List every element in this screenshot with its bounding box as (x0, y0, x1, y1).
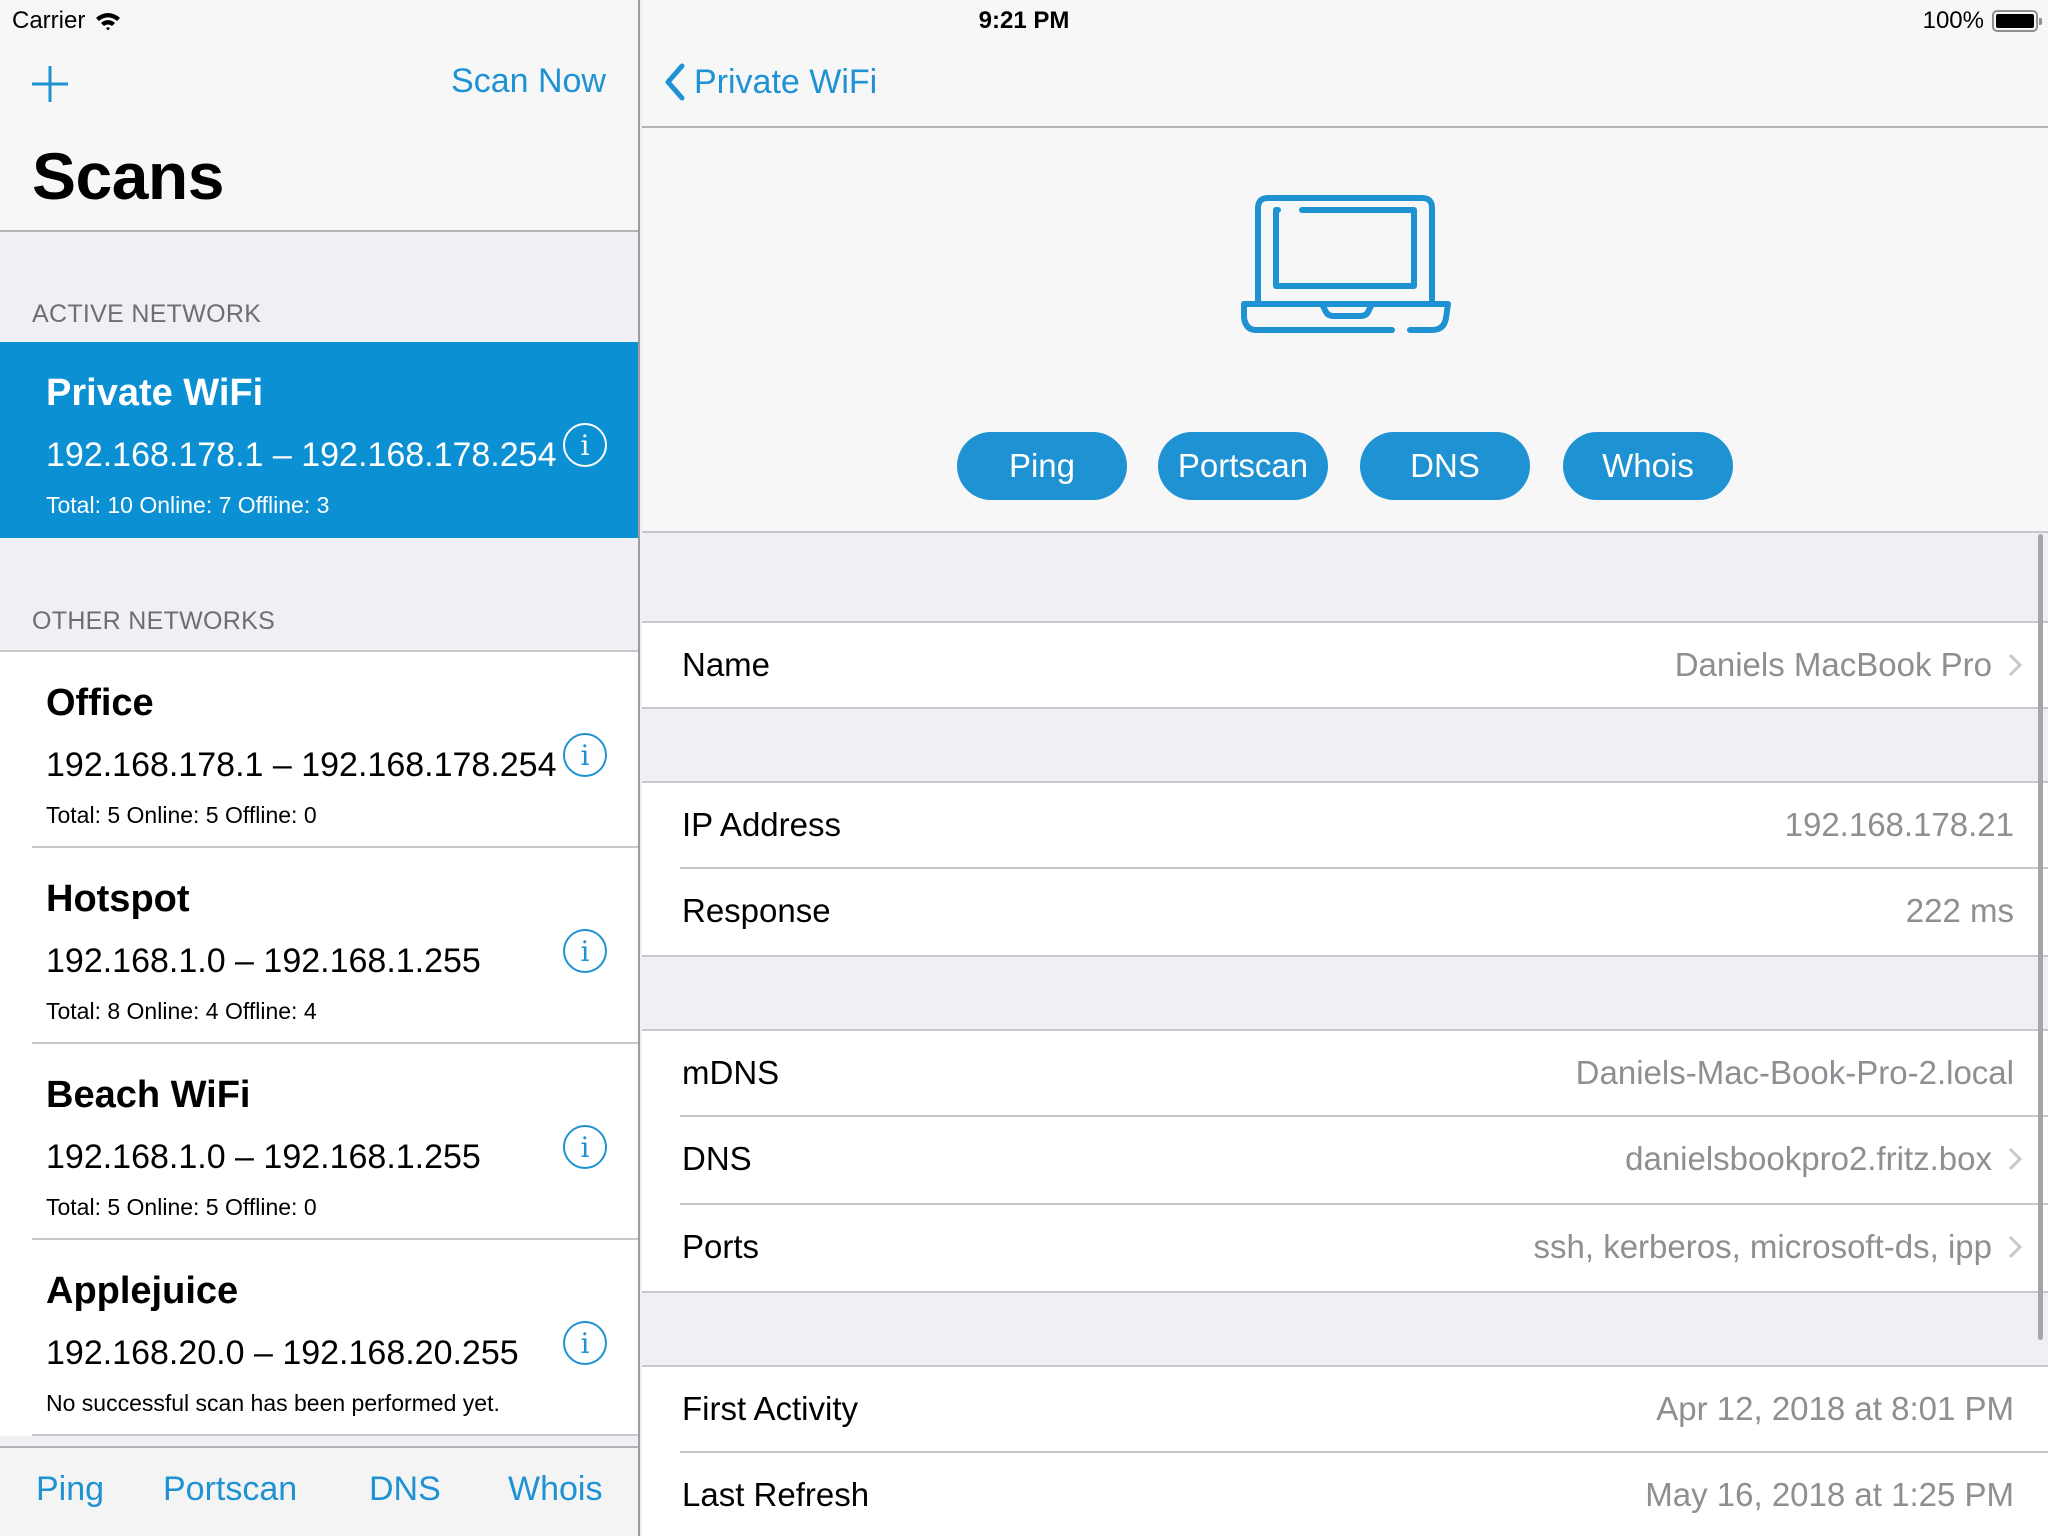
ports-value: ssh, kerberos, microsoft-ds, ipp (1533, 1228, 1993, 1265)
network-range: 192.168.1.0 – 192.168.1.255 (46, 942, 481, 980)
network-name: Hotspot (46, 878, 190, 920)
chevron-right-icon (2008, 653, 2022, 677)
battery-fill (1996, 14, 2034, 28)
network-name: Applejuice (46, 1270, 239, 1312)
network-cell[interactable]: Hotspot 192.168.1.0 – 192.168.1.255 Tota… (0, 848, 638, 1044)
laptop-icon (1241, 195, 1451, 333)
row-label: First Activity (682, 1390, 859, 1427)
row-ip-address: IP Address 192.168.178.21 (642, 781, 2048, 869)
scrollbar[interactable] (2038, 534, 2043, 1340)
info-icon: i (580, 428, 590, 462)
network-name: Office (46, 682, 154, 724)
row-label: IP Address (682, 806, 841, 843)
first-activity-value: Apr 12, 2018 at 8:01 PM (1656, 1390, 2014, 1427)
row-label: Response (682, 892, 831, 929)
device-header: Ping Portscan DNS Whois (642, 128, 2048, 533)
status-bar: Carrier 9:21 PM 100% (0, 0, 2048, 40)
ip-address-value: 192.168.178.21 (1784, 806, 2014, 843)
row-value: danielsbookpro2.fritz.box (1625, 1140, 2022, 1178)
network-summary: Total: 8 Online: 4 Offline: 4 (46, 998, 317, 1024)
ping-button[interactable]: Ping (957, 432, 1127, 500)
network-name: Beach WiFi (46, 1074, 251, 1116)
info-button[interactable]: i (563, 1321, 607, 1365)
info-icon: i (580, 1130, 590, 1164)
network-cell[interactable]: Office 192.168.178.1 – 192.168.178.254 T… (0, 652, 638, 848)
toolbar-portscan-button[interactable]: Portscan (163, 1470, 297, 1509)
row-label: Ports (682, 1228, 760, 1265)
row-label: Last Refresh (682, 1476, 870, 1513)
chevron-right-icon (2008, 1235, 2022, 1259)
section-header-other: OTHER NETWORKS (32, 607, 276, 635)
network-summary: Total: 10 Online: 7 Offline: 3 (46, 492, 330, 518)
info-button[interactable]: i (563, 929, 607, 973)
mdns-value: Daniels-Mac-Book-Pro-2.local (1575, 1054, 2014, 1091)
battery-icon (1992, 10, 2042, 32)
row-response: Response 222 ms (642, 869, 2048, 957)
network-range: 192.168.178.1 – 192.168.178.254 (46, 746, 557, 784)
scans-pane: Scan Now Scans ACTIVE NETWORK Private Wi… (0, 0, 640, 1536)
network-cell[interactable]: Beach WiFi 192.168.1.0 – 192.168.1.255 T… (0, 1044, 638, 1240)
info-icon: i (580, 1326, 590, 1360)
network-range: 192.168.178.1 – 192.168.178.254 (46, 436, 557, 474)
network-summary: Total: 5 Online: 5 Offline: 0 (46, 1194, 317, 1220)
portscan-button[interactable]: Portscan (1158, 432, 1328, 500)
row-mdns: mDNS Daniels-Mac-Book-Pro-2.local (642, 1029, 2048, 1117)
device-detail-pane: Private WiFi Ping Portscan DNS Whois Nam… (642, 0, 2048, 1536)
row-label: DNS (682, 1140, 752, 1177)
row-name[interactable]: Name Daniels MacBook Pro (642, 621, 2048, 709)
row-first-activity: First Activity Apr 12, 2018 at 8:01 PM (642, 1365, 2048, 1453)
network-name: Private WiFi (46, 372, 264, 414)
info-button[interactable]: i (563, 733, 607, 777)
row-label: Name (682, 646, 771, 683)
back-label: Private WiFi (694, 62, 878, 101)
network-cell[interactable]: Applejuice 192.168.20.0 – 192.168.20.255… (0, 1240, 638, 1436)
info-button[interactable]: i (563, 1125, 607, 1169)
row-last-refresh: Last Refresh May 16, 2018 at 1:25 PM (642, 1453, 2048, 1536)
network-summary: Total: 5 Online: 5 Offline: 0 (46, 802, 317, 828)
chevron-left-icon (665, 63, 685, 101)
section-header-active: ACTIVE NETWORK (32, 300, 262, 328)
status-time: 9:21 PM (978, 7, 1070, 34)
battery-indicator: 100% (1922, 7, 2042, 35)
dns-button[interactable]: DNS (1360, 432, 1530, 500)
whois-button[interactable]: Whois (1563, 432, 1733, 500)
network-range: 192.168.20.0 – 192.168.20.255 (46, 1334, 519, 1372)
row-value: ssh, kerberos, microsoft-ds, ipp (1533, 1228, 2022, 1266)
toolbar-ping-button[interactable]: Ping (36, 1470, 104, 1509)
chevron-right-icon (2008, 1147, 2022, 1171)
info-icon: i (580, 934, 590, 968)
bottom-toolbar: Ping Portscan DNS Whois (0, 1446, 638, 1536)
row-ports[interactable]: Ports ssh, kerberos, microsoft-ds, ipp (642, 1205, 2048, 1293)
row-label: mDNS (682, 1054, 780, 1091)
add-network-button[interactable] (28, 62, 72, 106)
toolbar-dns-button[interactable]: DNS (369, 1470, 441, 1509)
toolbar-whois-button[interactable]: Whois (508, 1470, 602, 1509)
last-refresh-value: May 16, 2018 at 1:25 PM (1645, 1476, 2014, 1513)
split-view: Carrier 9:21 PM 100% Scan Now Scans ACTI… (0, 0, 2048, 1536)
page-title: Scans (32, 139, 224, 213)
network-range: 192.168.1.0 – 192.168.1.255 (46, 1138, 481, 1176)
scan-now-button[interactable]: Scan Now (451, 62, 606, 101)
response-value: 222 ms (1905, 892, 2014, 929)
network-cell-active[interactable]: Private WiFi 192.168.178.1 – 192.168.178… (0, 342, 638, 538)
network-summary: No successful scan has been performed ye… (46, 1390, 500, 1416)
back-button[interactable]: Private WiFi (664, 62, 877, 102)
row-value: Daniels MacBook Pro (1675, 646, 2022, 684)
battery-percent: 100% (1922, 7, 1984, 34)
device-name-value: Daniels MacBook Pro (1674, 646, 1992, 683)
plus-icon (32, 66, 68, 102)
info-icon: i (580, 738, 590, 772)
info-button[interactable]: i (563, 423, 607, 467)
dns-value: danielsbookpro2.fritz.box (1625, 1140, 1992, 1177)
row-dns[interactable]: DNS danielsbookpro2.fritz.box (642, 1117, 2048, 1205)
